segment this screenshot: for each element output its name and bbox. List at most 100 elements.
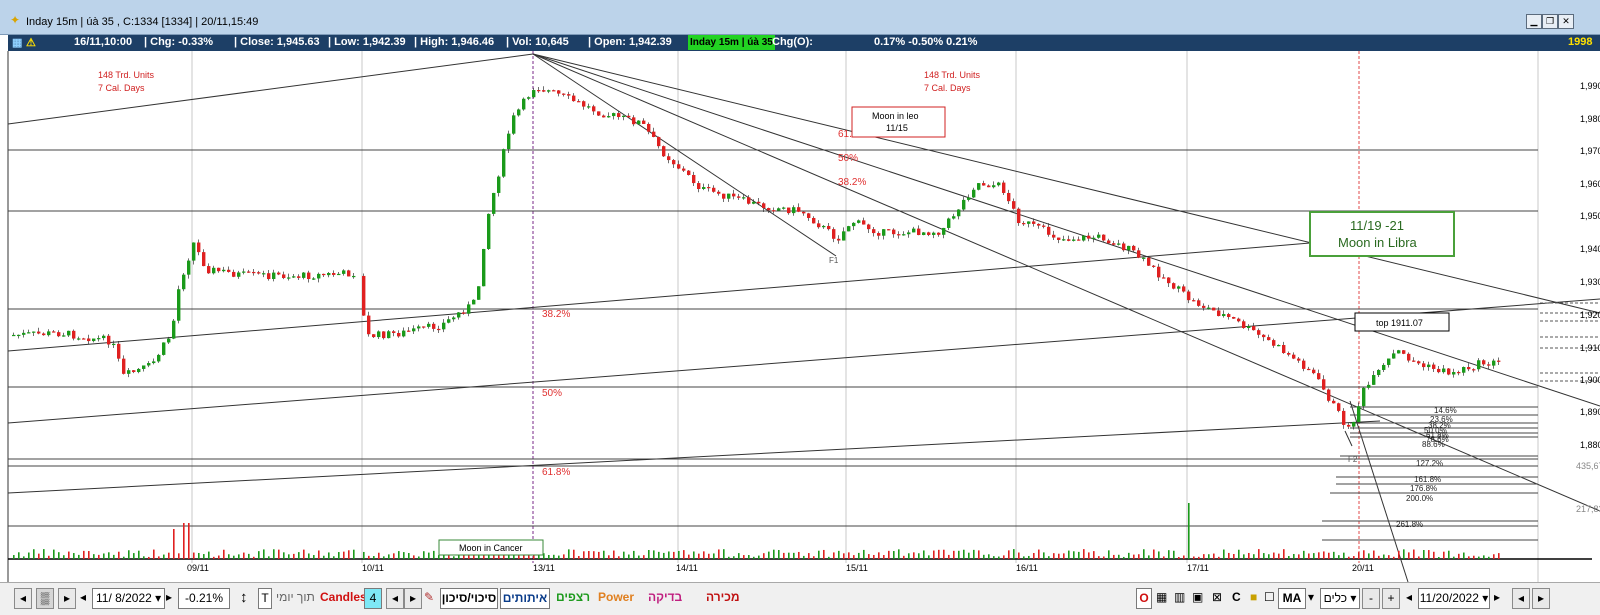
scroll-thumb[interactable]: ▒ xyxy=(36,588,54,609)
compare-icon[interactable]: ⊠ xyxy=(1212,588,1222,607)
tools-select-value: כלים xyxy=(1323,591,1348,605)
price-label: 1,900 xyxy=(1580,375,1600,385)
ma-dropdown-icon[interactable]: ▾ xyxy=(1308,588,1314,607)
prev-date-button[interactable]: ◂ xyxy=(80,588,86,607)
candle xyxy=(1257,330,1261,335)
ma-button[interactable]: MA xyxy=(1278,588,1306,609)
scroll-left-button[interactable]: ◂ xyxy=(14,588,32,609)
candle xyxy=(602,115,606,118)
volume-bar xyxy=(798,551,800,559)
candle xyxy=(1312,369,1316,374)
volume-bar xyxy=(1363,550,1365,559)
candle xyxy=(1132,245,1136,251)
check-tab[interactable]: בדיקה xyxy=(648,588,682,607)
volume-bar xyxy=(1318,552,1320,559)
volume-bar xyxy=(1183,555,1185,559)
sell-tab[interactable]: מכירה xyxy=(706,588,740,607)
candle xyxy=(72,330,76,339)
c-button[interactable]: C xyxy=(1232,588,1241,607)
volume-bar xyxy=(183,523,185,559)
intraday-label[interactable]: תוך יומי xyxy=(276,588,315,607)
t-button[interactable]: T xyxy=(258,588,272,609)
volume-bar xyxy=(1388,555,1390,559)
close-button[interactable]: ✕ xyxy=(1558,14,1574,29)
percent-box[interactable]: -0.21% xyxy=(178,588,230,609)
volume-bar xyxy=(78,554,80,559)
volume-bar xyxy=(788,552,790,559)
candle xyxy=(467,304,471,314)
candles-prev-button[interactable]: ◂ xyxy=(386,588,404,609)
end-date-next-button[interactable]: ▸ xyxy=(1494,588,1500,607)
power-tab[interactable]: Power xyxy=(598,588,634,607)
date-label: 15/11 xyxy=(846,563,868,573)
volume-bar xyxy=(1208,554,1210,559)
candle xyxy=(1107,240,1111,244)
volume-bar xyxy=(1218,556,1220,559)
volume-bar xyxy=(1343,552,1345,559)
candle xyxy=(1112,243,1116,245)
signals-tab[interactable]: איתותים xyxy=(500,588,550,609)
ma-checkbox[interactable]: ☐ xyxy=(1264,588,1275,607)
f2-label: F2 xyxy=(1348,455,1358,464)
end-date-select[interactable]: 11/20/2022 ▾ xyxy=(1418,588,1490,609)
candle xyxy=(292,276,296,278)
candles-next-button[interactable]: ▸ xyxy=(404,588,422,609)
start-date-select[interactable]: 11/ 8/2022 ▾ xyxy=(92,588,165,609)
end-date-prev-button[interactable]: ◂ xyxy=(1406,588,1412,607)
candle xyxy=(1412,360,1416,362)
scroll-end-right-button[interactable]: ▸ xyxy=(1532,588,1550,609)
candle xyxy=(1242,321,1246,329)
candle xyxy=(662,146,666,157)
volume-bar xyxy=(718,549,720,559)
volume-bar xyxy=(763,553,765,559)
volume-bar xyxy=(773,549,775,559)
candle xyxy=(87,338,91,342)
chart-type-icon[interactable]: ▥ xyxy=(1174,588,1185,607)
candle xyxy=(1087,235,1091,239)
price-label: 1,950 xyxy=(1580,211,1600,221)
volume-bar xyxy=(1158,551,1160,559)
next-date-button[interactable]: ▸ xyxy=(166,588,172,607)
candles-value[interactable]: 4 xyxy=(364,588,382,609)
maximize-button[interactable]: ❐ xyxy=(1542,14,1558,29)
zoom-out-button[interactable]: - xyxy=(1362,588,1380,609)
scroll-end-left-button[interactable]: ◂ xyxy=(1512,588,1530,609)
price-label: 1,880 xyxy=(1580,440,1600,450)
candle xyxy=(1077,239,1081,241)
pen-icon[interactable]: ✎ xyxy=(424,588,434,607)
grid-icon[interactable]: ▦ xyxy=(12,36,22,49)
candle xyxy=(557,90,561,94)
candle xyxy=(432,323,436,329)
candle xyxy=(377,331,381,338)
chart-area[interactable]: 1,990 1,980 1,970 1,960 1,950 1,940 1,93… xyxy=(0,51,1600,583)
sequences-tab[interactable]: רצפים xyxy=(556,588,590,607)
candle xyxy=(1002,182,1006,193)
candle xyxy=(1297,358,1301,361)
candle xyxy=(1152,265,1156,267)
minimize-button[interactable]: ▁ xyxy=(1526,14,1542,29)
candle xyxy=(182,274,186,290)
candle xyxy=(1342,410,1346,425)
volume-bar xyxy=(103,553,105,559)
candle xyxy=(347,270,351,277)
scroll-right-button[interactable]: ▸ xyxy=(58,588,76,609)
grid-toggle-icon[interactable]: ▦ xyxy=(1156,588,1167,607)
color-box-icon[interactable]: ■ xyxy=(1250,588,1257,607)
tools-select[interactable]: כלים ▾ xyxy=(1320,588,1360,609)
candle xyxy=(702,187,706,190)
price-chart[interactable]: 1,990 1,980 1,970 1,960 1,950 1,940 1,93… xyxy=(0,51,1600,583)
o-button[interactable]: O xyxy=(1136,588,1152,609)
moon-libra-date: 11/19 -21 xyxy=(1350,218,1404,233)
candle xyxy=(97,338,101,340)
volume-bar xyxy=(23,556,25,559)
save-icon[interactable]: ▣ xyxy=(1192,588,1203,607)
candle xyxy=(1337,403,1341,411)
candle xyxy=(272,272,276,280)
risk-reward-tab[interactable]: סיכוי/סיכון xyxy=(440,588,498,609)
zoom-in-button[interactable]: + xyxy=(1382,588,1400,609)
volume-bar xyxy=(1408,552,1410,559)
vertical-resize-icon[interactable]: ↕ xyxy=(240,588,248,607)
candle xyxy=(692,174,696,184)
volume-bar xyxy=(568,549,570,559)
price-label: 1,970 xyxy=(1580,146,1600,156)
